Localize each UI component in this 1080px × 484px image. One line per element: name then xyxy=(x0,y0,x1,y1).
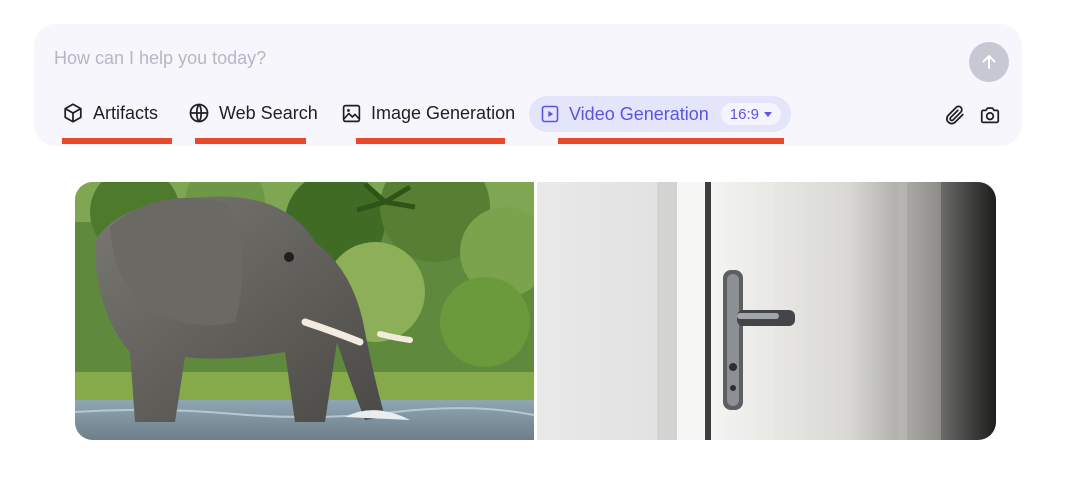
artifacts-label: Artifacts xyxy=(93,102,159,123)
image-generation-button[interactable]: Image Generation xyxy=(341,94,515,132)
paperclip-icon xyxy=(946,105,964,125)
web-search-button[interactable]: Web Search xyxy=(188,94,318,132)
chevron-down-icon xyxy=(763,111,772,117)
generated-image-gallery xyxy=(75,182,996,440)
video-generation-label: Video Generation xyxy=(569,103,709,124)
web-search-label: Web Search xyxy=(219,102,318,123)
elephant-image[interactable] xyxy=(75,182,534,440)
camera-icon xyxy=(980,107,1000,124)
elephant-photo xyxy=(75,182,534,440)
prompt-input[interactable] xyxy=(54,46,934,70)
artifacts-underline xyxy=(62,138,172,144)
arrow-up-icon xyxy=(982,55,996,69)
globe-icon xyxy=(189,103,209,123)
web-search-underline xyxy=(195,138,306,144)
attach-button[interactable] xyxy=(942,102,968,128)
image-generation-underline xyxy=(356,138,505,144)
camera-button[interactable] xyxy=(977,102,1003,128)
door-handle-image[interactable] xyxy=(537,182,996,440)
video-generation-button[interactable]: Video Generation 16:9 xyxy=(529,96,791,132)
send-button[interactable] xyxy=(969,42,1009,82)
aspect-ratio-value: 16:9 xyxy=(729,105,759,123)
image-icon xyxy=(342,104,361,122)
artifacts-button[interactable]: Artifacts xyxy=(62,94,158,132)
video-generation-underline xyxy=(558,138,784,144)
chat-composer: Artifacts Web Search Image Generation Vi… xyxy=(34,24,1022,146)
door-handle-photo xyxy=(537,182,996,440)
play-square-icon xyxy=(541,105,559,123)
aspect-ratio-dropdown[interactable]: 16:9 xyxy=(720,103,781,125)
cube-icon xyxy=(64,103,82,123)
image-generation-label: Image Generation xyxy=(371,102,516,123)
